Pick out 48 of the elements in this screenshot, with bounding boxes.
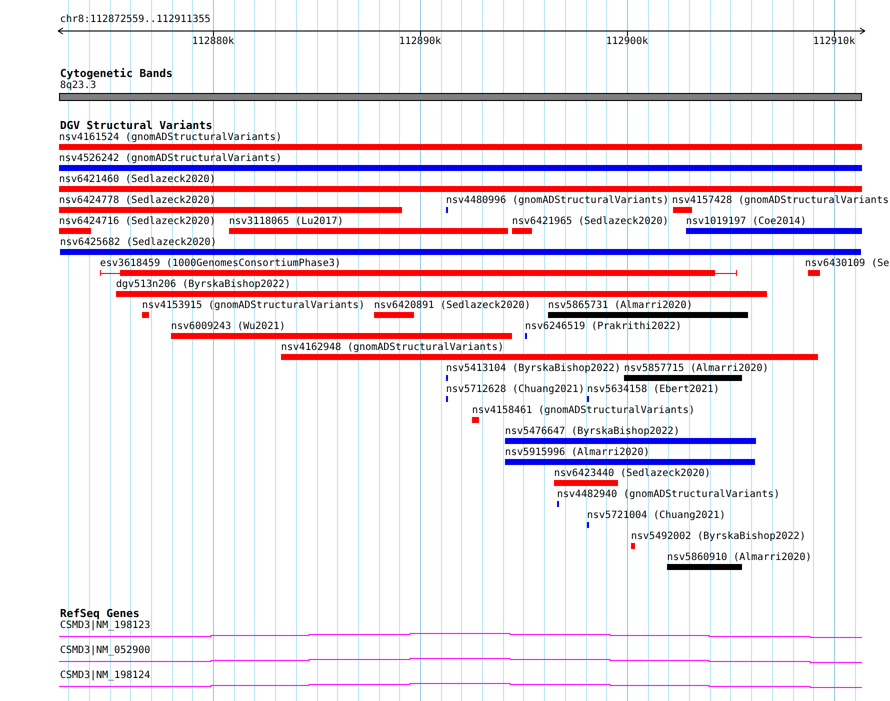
feature-label[interactable]: nsv6421965 (Sedlazeck2020) bbox=[512, 216, 669, 228]
track-title: Cytogenetic Bands bbox=[60, 68, 173, 80]
feature-label[interactable]: nsv6423440 (Sedlazeck2020) bbox=[554, 468, 711, 480]
feature-label[interactable]: nsv5857715 (Almarri2020) bbox=[624, 363, 768, 375]
feature-label[interactable]: nsv4480996 (gnomADStructuralVariants) bbox=[446, 195, 669, 207]
gene-label[interactable]: CSMD3|NM_052900 bbox=[60, 645, 150, 657]
gene-line[interactable] bbox=[59, 683, 863, 689]
feature-label[interactable]: nsv6430109 (Se bbox=[805, 258, 890, 270]
variant-bar[interactable] bbox=[100, 270, 737, 276]
tick-label: 112900k bbox=[606, 36, 648, 48]
tick-label: 112910k bbox=[812, 36, 856, 48]
feature-label[interactable]: nsv6421460 (Sedlazeck2020) bbox=[59, 174, 216, 186]
feature-label[interactable]: nsv6424716 (Sedlazeck2020) bbox=[59, 216, 216, 228]
feature-label[interactable]: nsv5634158 (Ebert2021) bbox=[587, 384, 720, 396]
feature-label[interactable]: nsv5712628 (Chuang2021) bbox=[446, 384, 584, 396]
feature-label[interactable]: nsv3118065 (Lu2017) bbox=[229, 216, 344, 228]
feature-label[interactable]: nsv5915996 (Almarri2020) bbox=[505, 447, 650, 459]
feature-label[interactable]: nsv4482940 (gnomADStructuralVariants) bbox=[557, 489, 780, 501]
gene-line[interactable] bbox=[59, 658, 863, 664]
feature-label[interactable]: nsv4161524 (gnomADStructuralVariants) bbox=[59, 132, 282, 144]
feature-label[interactable]: nsv4153915 (gnomADStructuralVariants) bbox=[142, 300, 365, 312]
track-title: DGV Structural Variants bbox=[60, 120, 212, 132]
feature-label[interactable]: nsv5721004 (Chuang2021) bbox=[587, 510, 726, 522]
feature-label[interactable]: nsv6420891 (Sedlazeck2020) bbox=[374, 300, 531, 312]
feature-label[interactable]: nsv4162948 (gnomADStructuralVariants) bbox=[281, 342, 504, 354]
feature-label[interactable]: nsv6009243 (Wu2021) bbox=[171, 321, 286, 333]
gene-label[interactable]: CSMD3|NM_198123 bbox=[60, 620, 150, 632]
gene-label[interactable]: CSMD3|NM_198124 bbox=[60, 670, 150, 682]
feature-label[interactable]: nsv6246519 (Prakrithi2022) bbox=[525, 321, 682, 333]
tick-label: 112880k bbox=[192, 36, 234, 48]
feature-label[interactable]: dgv513n206 (ByrskaBishop2022) bbox=[116, 279, 291, 291]
location-label: chr8:112872559..112911355 bbox=[60, 14, 211, 26]
band-label: 8q23.3 bbox=[60, 80, 96, 91]
gene-line[interactable] bbox=[59, 633, 863, 639]
feature-label[interactable]: nsv5413104 (ByrskaBishop2022) bbox=[446, 363, 621, 375]
track-title: RefSeq Genes bbox=[60, 608, 140, 620]
feature-label[interactable]: nsv5865731 (Almarri2020) bbox=[548, 300, 692, 312]
feature-label[interactable]: nsv4526242 (gnomADStructuralVariants) bbox=[59, 153, 282, 165]
feature-label[interactable]: nsv4158461 (gnomADStructuralVariants) bbox=[472, 405, 695, 417]
feature-label[interactable]: nsv6425682 (Sedlazeck2020) bbox=[60, 237, 217, 249]
feature-label[interactable]: nsv6424778 (Sedlazeck2020) bbox=[59, 195, 216, 207]
feature-label[interactable]: nsv5860910 (Almarri2020) bbox=[667, 552, 812, 564]
feature-label[interactable]: nsv1019197 (Coe2014) bbox=[686, 216, 806, 228]
tick-label: 112890k bbox=[398, 36, 442, 48]
feature-label[interactable]: nsv5492002 (ByrskaBishop2022) bbox=[631, 531, 806, 543]
feature-label[interactable]: nsv4157428 (gnomADStructuralVariants bbox=[672, 195, 889, 207]
feature-label[interactable]: esv3618459 (1000GenomesConsortiumPhase3) bbox=[100, 258, 341, 270]
feature-label[interactable]: nsv5476647 (ByrskaBishop2022) bbox=[505, 426, 680, 438]
